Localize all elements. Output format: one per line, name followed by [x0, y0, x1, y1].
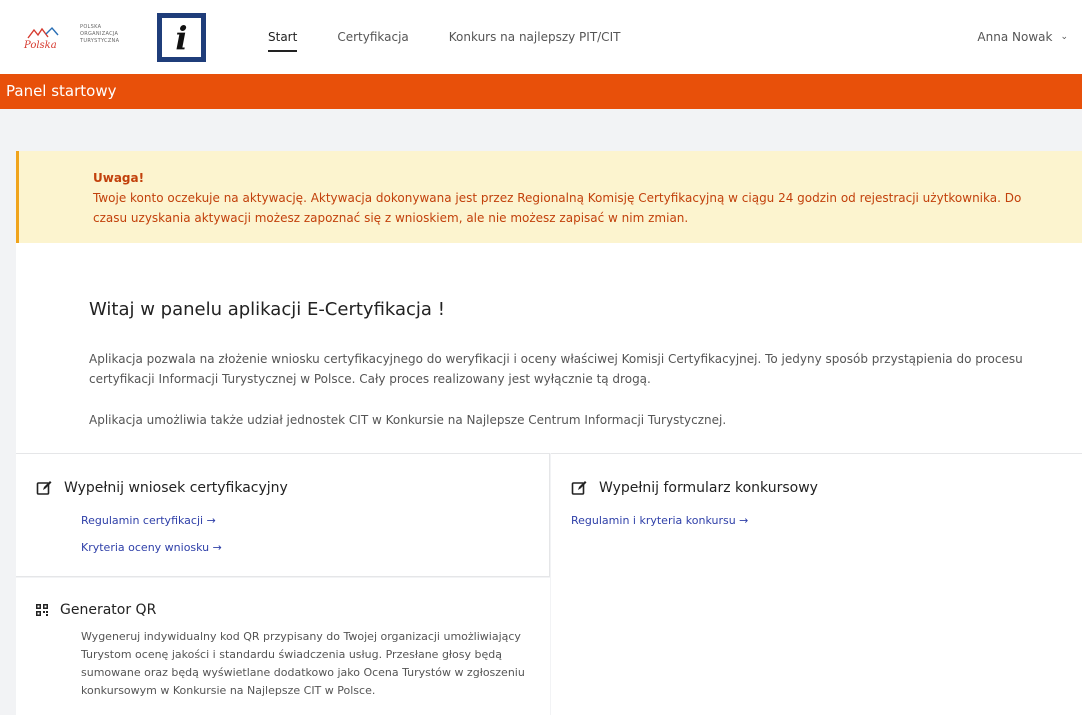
edit-icon [36, 481, 52, 495]
edit-icon [571, 481, 587, 495]
contest-card: Wypełnij formularz konkursowy Regulamin … [551, 453, 1082, 715]
pot-logo-text: POLSKA ORGANIZACJA TURYSTYCZNA [80, 24, 150, 45]
contest-card-header[interactable]: Wypełnij formularz konkursowy [571, 480, 818, 496]
page-title-bar: Panel startowy [0, 74, 1082, 109]
alert-title: Uwaga! [93, 171, 145, 185]
page-title: Panel startowy [6, 82, 117, 100]
qr-card-title: Generator QR [60, 602, 157, 618]
info-letter: i [162, 18, 201, 57]
pot-logo-line: TURYSTYCZNA [80, 38, 120, 44]
pot-logo-line: POLSKA [80, 24, 102, 30]
tourist-info-logo[interactable]: i [157, 13, 206, 62]
activation-alert: Uwaga! Twoje konto oczekuje na aktywację… [16, 151, 1082, 243]
polska-logo-word: Polska [23, 40, 57, 50]
qr-card-description: Wygeneruj indywidualny kod QR przypisany… [81, 630, 525, 697]
regulamin-certyfikacji-link[interactable]: Regulamin certyfikacji → [81, 514, 216, 527]
welcome-paragraph-2: Aplikacja umożliwia także udział jednost… [89, 413, 727, 427]
user-name: Anna Nowak [977, 30, 1053, 44]
main-nav: Start Certyfikacja Konkurs na najlepszy … [268, 30, 660, 52]
qr-card-header[interactable]: Generator QR [36, 602, 156, 618]
nav-konkurs[interactable]: Konkurs na najlepszy PIT/CIT [449, 30, 621, 52]
kryteria-oceny-link[interactable]: Kryteria oceny wniosku → [81, 541, 222, 554]
regulamin-konkursu-link[interactable]: Regulamin i kryteria konkursu → [571, 514, 748, 527]
pot-logo-line: ORGANIZACJA [80, 31, 119, 37]
alert-body: Twoje konto oczekuje na aktywację. Aktyw… [93, 191, 1022, 225]
nav-start[interactable]: Start [268, 30, 298, 52]
qr-code-icon [36, 604, 48, 616]
certification-card-header[interactable]: Wypełnij wniosek certyfikacyjny [36, 480, 288, 496]
certification-card: Wypełnij wniosek certyfikacyjny Regulami… [16, 453, 550, 577]
contest-card-title: Wypełnij formularz konkursowy [599, 480, 818, 496]
welcome-heading: Witaj w panelu aplikacji E-Certyfikacja … [89, 299, 445, 320]
pot-logo[interactable]: Polska POLSKA ORGANIZACJA TURYSTYCZNA [22, 24, 152, 52]
qr-generator-card: Generator QR Wygeneruj indywidualny kod … [16, 578, 550, 715]
top-navbar: Polska POLSKA ORGANIZACJA TURYSTYCZNA i … [0, 0, 1082, 74]
welcome-panel: Witaj w panelu aplikacji E-Certyfikacja … [16, 243, 1082, 453]
certification-card-title: Wypełnij wniosek certyfikacyjny [64, 480, 288, 496]
polska-logo-mark: Polska [23, 26, 59, 50]
chevron-down-icon: ⌄ [1060, 32, 1068, 42]
user-menu[interactable]: Anna Nowak ⌄ [977, 30, 1068, 44]
welcome-paragraph-1: Aplikacja pozwala na złożenie wniosku ce… [89, 352, 1023, 386]
nav-certyfikacja[interactable]: Certyfikacja [337, 30, 408, 52]
